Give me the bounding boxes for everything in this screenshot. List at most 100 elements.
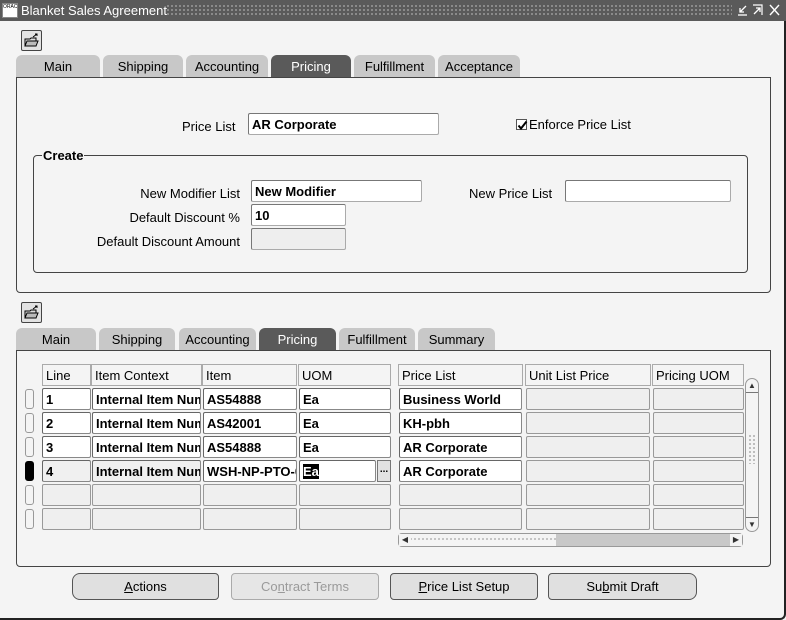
minimize-icon[interactable]	[735, 2, 750, 18]
column-header-price-list: Price List	[398, 364, 523, 386]
uom-cell[interactable]: Ea	[299, 388, 391, 410]
pricing-uom-cell[interactable]	[653, 508, 744, 530]
scroll-left-icon[interactable]: ◀	[399, 534, 411, 546]
line-cell[interactable]: 4	[42, 460, 91, 482]
price-list-setup-button[interactable]: Price List Setup	[390, 573, 538, 600]
item-cell-value: AS42001	[207, 416, 262, 431]
item-cell[interactable]	[203, 508, 297, 530]
row-selector[interactable]	[25, 413, 34, 433]
line-cell[interactable]: 2	[42, 412, 91, 434]
open-folder-button[interactable]	[21, 30, 42, 51]
header-tab-main[interactable]: Main	[16, 55, 100, 77]
new-price-list-field[interactable]	[565, 180, 731, 202]
horizontal-scroll-thumb[interactable]	[411, 534, 556, 546]
submit-draft-mnemonic: b	[602, 579, 610, 594]
line-cell-value: 3	[46, 440, 54, 455]
item-cell[interactable]: AS54888	[203, 436, 297, 458]
item-context-cell[interactable]	[92, 484, 201, 506]
price-list-cell[interactable]	[399, 484, 522, 506]
price-list-cell[interactable]: AR Corporate	[399, 436, 522, 458]
actions-label-post: ctions	[132, 579, 167, 594]
scroll-down-icon[interactable]: ▼	[746, 517, 758, 531]
unit-list-price-cell[interactable]	[526, 436, 650, 458]
item-context-cell[interactable]: Internal Item Number	[92, 436, 201, 458]
price-list-label: Price List	[182, 119, 236, 134]
item-context-cell[interactable]	[92, 508, 201, 530]
submit-draft-button[interactable]: Submit Draft	[548, 573, 697, 600]
line-tab-main[interactable]: Main	[16, 328, 96, 350]
item-cell[interactable]: WSH-NP-PTO-00	[203, 460, 297, 482]
uom-cell-value: Ea	[303, 464, 319, 479]
line-tab-accounting[interactable]: Accounting	[179, 328, 256, 350]
lines-horizontal-scrollbar[interactable]: ◀ ▶	[398, 533, 743, 547]
item-context-cell[interactable]: Internal Item Number	[92, 460, 201, 482]
maximize-icon[interactable]	[751, 2, 766, 18]
header-tab-pricing[interactable]: Pricing	[271, 55, 351, 77]
price-list-cell-value: AR Corporate	[403, 440, 488, 455]
lines-open-folder-button[interactable]	[21, 302, 42, 323]
header-tab-acceptance[interactable]: Acceptance	[438, 55, 520, 77]
unit-list-price-cell[interactable]	[526, 508, 650, 530]
line-tab-summary[interactable]: Summary	[418, 328, 495, 350]
default-discount-amount-label: Default Discount Amount	[96, 234, 240, 249]
price-list-cell[interactable]: KH-pbh	[399, 412, 522, 434]
uom-cell[interactable]	[299, 484, 391, 506]
new-modifier-list-field[interactable]: New Modifier	[251, 180, 422, 202]
line-cell[interactable]: 3	[42, 436, 91, 458]
column-header-unit-list-price: Unit List Price	[525, 364, 651, 386]
header-tab-shipping[interactable]: Shipping	[103, 55, 183, 77]
item-cell[interactable]	[203, 484, 297, 506]
row-selector[interactable]	[25, 461, 34, 481]
price-list-cell[interactable]: Business World	[399, 388, 522, 410]
actions-button[interactable]: Actions	[72, 573, 219, 600]
line-cell[interactable]	[42, 508, 91, 530]
header-tabs: Main Shipping Accounting Pricing Fulfill…	[16, 55, 526, 77]
pricing-uom-cell[interactable]	[653, 460, 744, 482]
contract-terms-button[interactable]: Contract Terms	[231, 573, 379, 600]
pricing-uom-cell[interactable]	[653, 436, 744, 458]
item-context-cell[interactable]: Internal Item Number	[92, 412, 201, 434]
line-tab-pricing[interactable]: Pricing	[259, 328, 336, 350]
price-list-field[interactable]: AR Corporate	[248, 113, 439, 135]
price-list-cell[interactable]	[399, 508, 522, 530]
new-price-list-label: New Price List	[469, 186, 553, 201]
lines-vertical-scrollbar[interactable]: ▲ ▼	[745, 378, 759, 532]
item-cell[interactable]: AS42001	[203, 412, 297, 434]
uom-cell[interactable]	[299, 508, 391, 530]
line-cell[interactable]: 1	[42, 388, 91, 410]
item-cell[interactable]: AS54888	[203, 388, 297, 410]
pricing-uom-cell[interactable]	[653, 412, 744, 434]
scroll-right-icon[interactable]: ▶	[730, 534, 742, 546]
vertical-scroll-thumb[interactable]	[748, 434, 756, 464]
row-selector[interactable]	[25, 437, 34, 457]
pricing-uom-cell[interactable]	[653, 388, 744, 410]
item-context-cell[interactable]: Internal Item Number	[92, 388, 201, 410]
list-of-values-button[interactable]: ...	[377, 460, 391, 482]
checkmark-icon	[517, 120, 528, 131]
unit-list-price-cell[interactable]	[526, 388, 650, 410]
uom-cell[interactable]: Ea	[299, 436, 391, 458]
row-selector[interactable]	[25, 509, 34, 529]
default-discount-pct-field[interactable]: 10	[251, 204, 346, 226]
row-selector[interactable]	[25, 389, 34, 409]
item-cell-value: AS54888	[207, 392, 262, 407]
default-discount-amount-field[interactable]	[251, 228, 346, 250]
enforce-price-list-checkbox[interactable]	[516, 119, 528, 131]
column-header-pricing-uom: Pricing UOM	[652, 364, 744, 386]
scroll-up-icon[interactable]: ▲	[746, 379, 758, 393]
uom-cell[interactable]: Ea	[299, 460, 376, 482]
price-list-cell[interactable]: AR Corporate	[399, 460, 522, 482]
line-cell[interactable]	[42, 484, 91, 506]
header-tab-fulfillment[interactable]: Fulfillment	[354, 55, 435, 77]
title-bar-grip[interactable]	[166, 4, 732, 17]
uom-cell[interactable]: Ea	[299, 412, 391, 434]
header-tab-accounting[interactable]: Accounting	[186, 55, 268, 77]
unit-list-price-cell[interactable]	[526, 412, 650, 434]
line-tab-shipping[interactable]: Shipping	[99, 328, 175, 350]
unit-list-price-cell[interactable]	[526, 460, 650, 482]
row-selector[interactable]	[25, 485, 34, 505]
line-tab-fulfillment[interactable]: Fulfillment	[339, 328, 415, 350]
unit-list-price-cell[interactable]	[526, 484, 650, 506]
pricing-uom-cell[interactable]	[653, 484, 744, 506]
close-icon[interactable]	[767, 2, 782, 18]
